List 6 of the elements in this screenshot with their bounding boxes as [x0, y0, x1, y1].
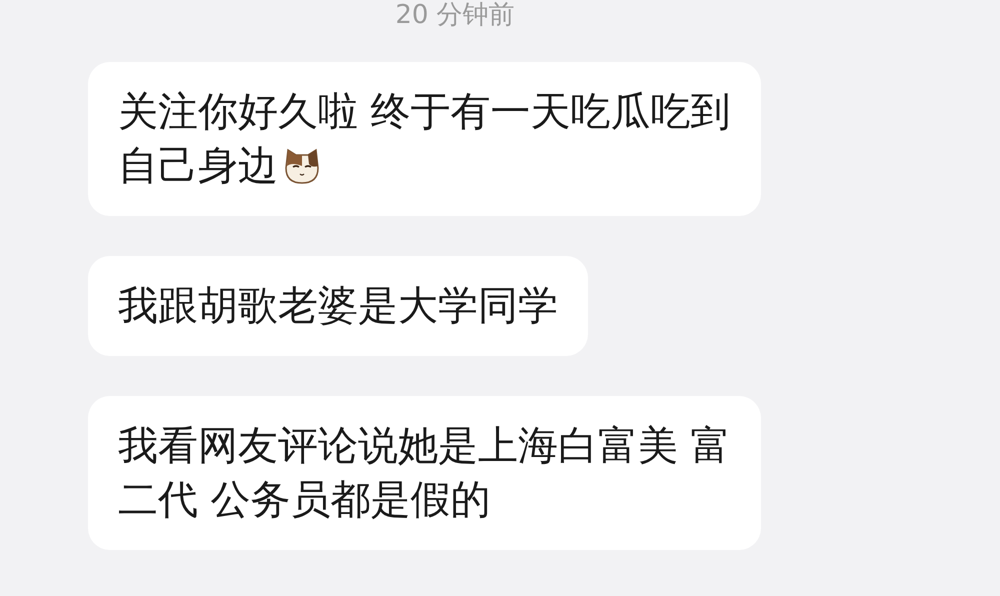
timestamp: 20 分钟前	[394, 0, 516, 30]
message-text: 我跟胡歌老婆是大学同学	[118, 282, 558, 331]
message-text: 我看网友评论说她是上海白富美 富	[118, 422, 731, 471]
message-text: 关注你好久啦 终于有一天吃瓜吃到	[118, 88, 731, 137]
message-text: 二代 公务员都是假的	[118, 476, 491, 525]
message-text: 自己身边	[118, 142, 278, 191]
